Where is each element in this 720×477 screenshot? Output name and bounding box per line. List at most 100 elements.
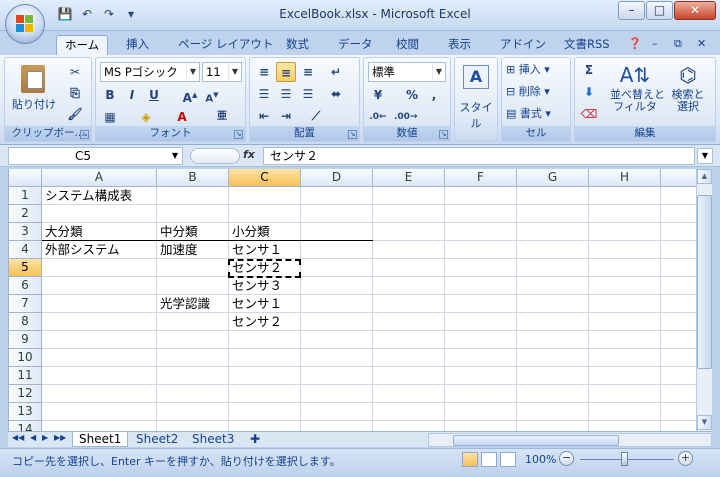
font-name-combo[interactable]: MS Pゴシック ▼ xyxy=(100,62,200,82)
styles-button[interactable]: A スタイル xyxy=(457,62,495,130)
cell-a1[interactable]: システム構成表 xyxy=(42,187,132,205)
worksheet-grid[interactable]: A B C D E F G H 1 2 3 4 5 6 7 8 9 10 11 … xyxy=(8,169,696,431)
font-color-icon[interactable]: A xyxy=(172,107,192,127)
cell-c8[interactable]: センサ２ xyxy=(229,313,282,331)
zoom-slider-thumb[interactable] xyxy=(621,452,628,466)
cell-b4[interactable]: 加速度 xyxy=(157,241,198,259)
maximize-button[interactable]: □ xyxy=(646,1,673,20)
row-header-6[interactable]: 6 xyxy=(9,277,42,295)
delete-cells-button[interactable]: ⊟ 削除 ▾ xyxy=(506,82,550,102)
decrease-indent-icon[interactable]: ⇤ xyxy=(254,106,274,126)
number-format-dropdown-icon[interactable]: ▼ xyxy=(432,63,445,81)
italic-button[interactable]: I xyxy=(122,85,142,105)
border-icon[interactable]: ▦ xyxy=(100,107,120,127)
ribbon-close-icon[interactable]: ✕ xyxy=(697,37,706,50)
cell-b3[interactable]: 中分類 xyxy=(157,223,198,241)
alignment-launcher-icon[interactable]: ↘ xyxy=(348,130,357,139)
first-sheet-icon[interactable]: ◀◀ xyxy=(12,433,24,442)
cell-a4[interactable]: 外部システム xyxy=(42,241,120,259)
cell-c7[interactable]: センサ１ xyxy=(229,295,282,313)
wrap-text-icon[interactable]: ↵ xyxy=(326,62,346,82)
grow-font-button[interactable]: A▲ xyxy=(180,85,200,105)
name-box[interactable]: C5 ▼ xyxy=(8,147,183,165)
shrink-font-button[interactable]: A▼ xyxy=(202,85,222,105)
formula-input[interactable]: センサ２ xyxy=(263,147,695,165)
horizontal-scroll-thumb[interactable] xyxy=(453,435,619,446)
autosum-icon[interactable]: Σ xyxy=(579,60,599,80)
increase-indent-icon[interactable]: ⇥ xyxy=(276,106,296,126)
align-top-icon[interactable]: ≡ xyxy=(254,62,274,82)
format-painter-icon[interactable]: 🖌 xyxy=(65,104,85,124)
office-button[interactable] xyxy=(5,4,45,44)
column-header-c[interactable]: C xyxy=(229,169,301,187)
column-header-d[interactable]: D xyxy=(301,169,373,187)
row-header-1[interactable]: 1 xyxy=(9,187,42,205)
underline-button[interactable]: U xyxy=(144,85,164,105)
find-select-button[interactable]: ⌬ 検索と 選択 xyxy=(663,60,713,124)
row-header-13[interactable]: 13 xyxy=(9,403,42,421)
row-header-11[interactable]: 11 xyxy=(9,367,42,385)
align-left-icon[interactable]: ☰ xyxy=(254,84,274,104)
column-header-f[interactable]: F xyxy=(445,169,517,187)
customize-qat-icon[interactable]: ▾ xyxy=(122,6,140,23)
comma-icon[interactable]: , xyxy=(424,85,444,105)
cell-c6[interactable]: センサ３ xyxy=(229,277,282,295)
clear-icon[interactable]: ⌫ xyxy=(579,104,599,124)
align-right-icon[interactable]: ☰ xyxy=(298,84,318,104)
phonetic-icon[interactable]: 亜 xyxy=(212,107,232,127)
font-launcher-icon[interactable]: ↘ xyxy=(234,130,243,139)
number-launcher-icon[interactable]: ↘ xyxy=(439,130,448,139)
cell-b7[interactable]: 光学認識 xyxy=(157,295,210,313)
align-center-icon[interactable]: ☰ xyxy=(276,84,296,104)
page-layout-view-icon[interactable] xyxy=(481,452,497,467)
column-header-a[interactable]: A xyxy=(42,169,157,187)
name-box-dropdown-icon[interactable]: ▼ xyxy=(172,148,178,164)
cut-icon[interactable]: ✂ xyxy=(65,62,85,82)
row-header-8[interactable]: 8 xyxy=(9,313,42,331)
bold-button[interactable]: B xyxy=(100,85,120,105)
column-header-g[interactable]: G xyxy=(517,169,589,187)
column-header-e[interactable]: E xyxy=(373,169,445,187)
tab-insert[interactable]: 挿入 xyxy=(118,35,157,55)
zoom-level[interactable]: 100% xyxy=(525,453,556,466)
sort-filter-button[interactable]: A⇅ 並べ替えと フィルタ xyxy=(609,60,665,124)
expand-formula-icon[interactable]: ▼ xyxy=(697,148,713,164)
sheet-tab-3[interactable]: Sheet3 xyxy=(186,432,240,447)
formula-buttons[interactable] xyxy=(190,148,240,164)
row-header-7[interactable]: 7 xyxy=(9,295,42,313)
cell-a3[interactable]: 大分類 xyxy=(42,223,83,241)
font-name-dropdown-icon[interactable]: ▼ xyxy=(186,63,199,81)
minimize-button[interactable]: – xyxy=(618,1,645,20)
font-size-dropdown-icon[interactable]: ▼ xyxy=(228,63,241,81)
currency-icon[interactable]: ¥ xyxy=(368,85,388,105)
redo-icon[interactable]: ↷ xyxy=(100,6,118,23)
column-header-b[interactable]: B xyxy=(157,169,229,187)
zoom-out-icon[interactable]: − xyxy=(559,451,574,466)
number-format-combo[interactable]: 標準 ▼ xyxy=(368,62,446,82)
decrease-decimal-icon[interactable]: .00→ xyxy=(394,107,417,127)
sheet-tab-1[interactable]: Sheet1 xyxy=(72,432,129,447)
next-sheet-icon[interactable]: ▶ xyxy=(42,433,48,442)
insert-function-icon[interactable]: fx xyxy=(243,148,255,161)
format-cells-button[interactable]: ▤ 書式 ▾ xyxy=(506,104,551,124)
zoom-in-icon[interactable]: + xyxy=(678,451,693,466)
ribbon-restore-icon[interactable]: ⧉ xyxy=(674,37,682,51)
prev-sheet-icon[interactable]: ◀ xyxy=(30,433,36,442)
tab-page-layout[interactable]: ページ レイアウト xyxy=(170,35,281,55)
orientation-icon[interactable]: ⟋ xyxy=(306,106,326,126)
paste-button[interactable]: 貼り付け xyxy=(11,62,56,120)
copy-icon[interactable]: ⎘ xyxy=(65,83,85,103)
font-size-combo[interactable]: 11 ▼ xyxy=(202,62,242,82)
help-icon[interactable]: ❓ xyxy=(628,37,642,50)
tab-rss[interactable]: 文書RSS xyxy=(556,35,618,55)
percent-icon[interactable]: % xyxy=(402,85,422,105)
tab-formulas[interactable]: 数式 xyxy=(278,35,317,55)
last-sheet-icon[interactable]: ▶▶ xyxy=(54,433,66,442)
row-header-10[interactable]: 10 xyxy=(9,349,42,367)
save-icon[interactable]: 💾 xyxy=(56,6,74,23)
fill-icon[interactable]: ⬇ xyxy=(579,82,599,102)
row-header-9[interactable]: 9 xyxy=(9,331,42,349)
row-header-4[interactable]: 4 xyxy=(9,241,42,259)
scroll-up-icon[interactable]: ▲ xyxy=(697,169,712,184)
sheet-tab-2[interactable]: Sheet2 xyxy=(130,432,184,447)
